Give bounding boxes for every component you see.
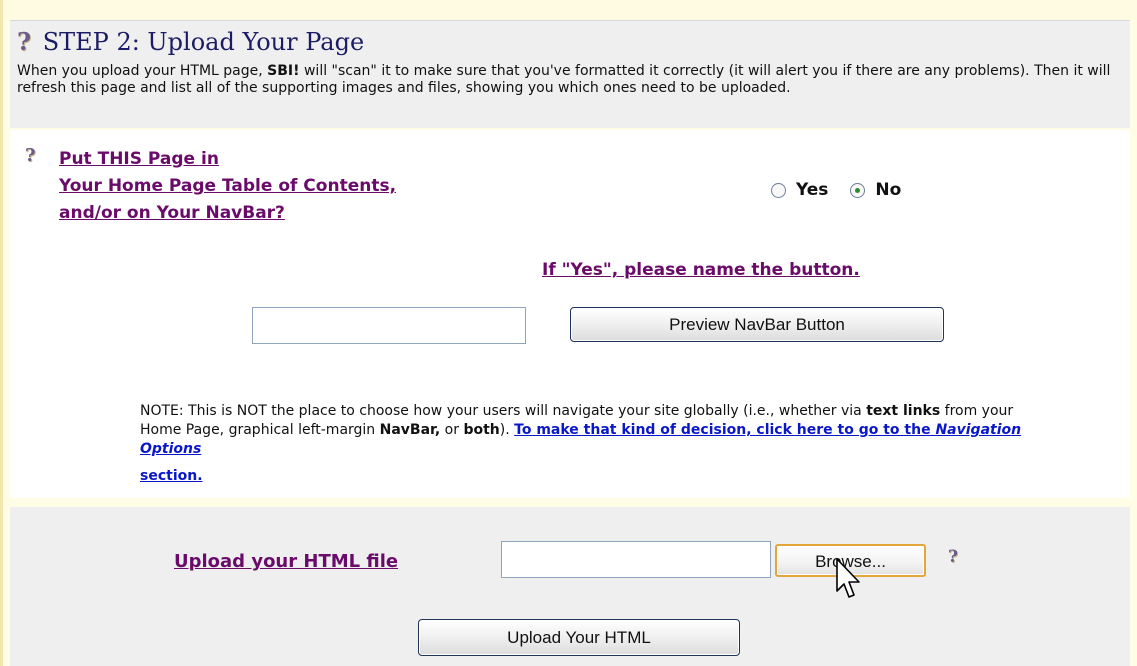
- toc-radio-group: Yes No: [771, 180, 923, 200]
- navigation-options-link-text[interactable]: To make that kind of decision, click her…: [514, 422, 935, 438]
- html-file-path-input[interactable]: [501, 541, 771, 578]
- mouse-pointer-icon: [836, 558, 860, 598]
- note-navbar: NavBar,: [379, 422, 441, 438]
- radio-yes-label[interactable]: Yes: [796, 180, 828, 200]
- toc-question-line-2[interactable]: Your Home Page Table of Contents,: [59, 173, 396, 200]
- help-question-icon[interactable]: ?: [948, 547, 958, 567]
- top-strip: [3, 0, 1137, 20]
- navigation-options-link-section[interactable]: section.: [140, 467, 1030, 486]
- help-question-icon[interactable]: ?: [17, 27, 31, 56]
- step-description-text: When you upload your HTML page,: [17, 63, 268, 79]
- radio-yes[interactable]: [771, 182, 786, 198]
- upload-page-frame: ? STEP 2: Upload Your Page When you uplo…: [0, 0, 1137, 666]
- radio-no[interactable]: [850, 182, 866, 198]
- navigation-note: NOTE: This is NOT the place to choose ho…: [140, 402, 1030, 486]
- radio-no-label[interactable]: No: [875, 180, 901, 200]
- brand-name: SBI!: [267, 63, 300, 79]
- note-text-3: or: [440, 422, 464, 438]
- step-title: ? STEP 2: Upload Your Page: [17, 27, 364, 56]
- step-title-text: STEP 2: Upload Your Page: [42, 28, 365, 56]
- note-text: NOTE: This is NOT the place to choose ho…: [140, 403, 867, 419]
- note-text-links: text links: [866, 403, 941, 419]
- preview-navbar-button[interactable]: Preview NavBar Button: [570, 307, 944, 342]
- note-text-4: ).: [499, 422, 515, 438]
- note-both: both: [463, 422, 500, 438]
- upload-html-label[interactable]: Upload your HTML file: [174, 551, 398, 572]
- name-button-prompt: If "Yes", please name the button.: [542, 260, 860, 280]
- help-question-icon[interactable]: ?: [25, 145, 36, 166]
- toc-question-line-3[interactable]: and/or on Your NavBar?: [59, 200, 396, 227]
- toc-question-line-1[interactable]: Put THIS Page in: [59, 146, 396, 173]
- toc-question-link[interactable]: Put THIS Page in Your Home Page Table of…: [59, 146, 396, 227]
- upload-html-button[interactable]: Upload Your HTML: [418, 619, 740, 656]
- navbar-button-name-input[interactable]: [252, 307, 526, 344]
- step-description: When you upload your HTML page, SBI! wil…: [17, 63, 1117, 97]
